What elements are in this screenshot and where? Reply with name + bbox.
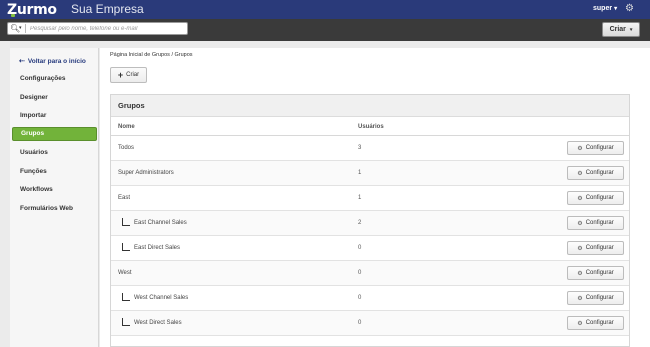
sidebar-item-usuarios[interactable]: Usuários	[12, 146, 97, 160]
table-row: West Direct Sales 0 ⚙ Configurar	[111, 311, 629, 336]
group-name[interactable]: East	[118, 186, 130, 211]
table-row: West 0 ⚙ Configurar	[111, 261, 629, 286]
breadcrumb[interactable]: Página Inicial de Grupos / Grupos	[110, 52, 193, 58]
global-search[interactable]: 🔍︎ ▾	[7, 22, 188, 35]
configure-button[interactable]: ⚙ Configurar	[567, 241, 624, 255]
sidebar: ⇠ Voltar para o início Configurações Des…	[10, 48, 99, 347]
table-row: East 1 ⚙ Configurar	[111, 186, 629, 211]
configure-label: Configurar	[585, 245, 614, 251]
column-header-users: Usuários	[358, 124, 384, 130]
user-count: 0	[358, 295, 362, 301]
table-row: West Channel Sales 0 ⚙ Configurar	[111, 286, 629, 311]
table-row: East Channel Sales 2 ⚙ Configurar	[111, 211, 629, 236]
configure-button[interactable]: ⚙ Configurar	[567, 266, 624, 280]
chevron-down-icon: ▾	[629, 26, 633, 33]
sidebar-item-formularios-web[interactable]: Formulários Web	[12, 202, 97, 216]
add-group-button[interactable]: + Criar	[110, 67, 147, 83]
main-content: Página Inicial de Grupos / Grupos + Cria…	[100, 48, 650, 347]
user-menu[interactable]: super ▾	[593, 5, 617, 12]
zurmo-logo[interactable]: Zurmo	[7, 1, 57, 18]
groups-panel: Grupos Nome Usuários Todos 3 ⚙ Configurar…	[110, 94, 630, 347]
group-name[interactable]: West Direct Sales	[134, 311, 182, 336]
configure-label: Configurar	[585, 195, 614, 201]
group-name[interactable]: West	[118, 261, 132, 286]
sidebar-item-configuracoes[interactable]: Configurações	[12, 72, 97, 86]
top-header: Zurmo Sua Empresa super ▾ ⚙	[0, 0, 650, 19]
configure-label: Configurar	[585, 270, 614, 276]
configure-label: Configurar	[585, 145, 614, 151]
company-name: Sua Empresa	[71, 2, 144, 16]
back-arrow-icon: ⇠	[19, 58, 25, 65]
gear-icon[interactable]: ⚙	[625, 3, 634, 15]
user-count: 0	[358, 270, 362, 276]
gear-icon: ⚙	[577, 295, 583, 302]
gear-icon: ⚙	[577, 195, 583, 202]
configure-button[interactable]: ⚙ Configurar	[567, 166, 624, 180]
gear-icon: ⚙	[577, 145, 583, 152]
user-name: super	[593, 5, 613, 12]
search-bar: 🔍︎ ▾ Criar ▾	[0, 19, 650, 41]
sidebar-item-designer[interactable]: Designer	[12, 91, 97, 105]
gear-icon: ⚙	[577, 245, 583, 252]
group-name[interactable]: Super Administrators	[118, 161, 174, 186]
sidebar-item-importar[interactable]: Importar	[12, 109, 97, 123]
create-button[interactable]: Criar ▾	[602, 22, 640, 37]
configure-button[interactable]: ⚙ Configurar	[567, 216, 624, 230]
back-to-home-link[interactable]: ⇠ Voltar para o início	[19, 57, 86, 66]
gear-icon: ⚙	[577, 170, 583, 177]
back-label: Voltar para o início	[27, 57, 86, 65]
configure-button[interactable]: ⚙ Configurar	[567, 141, 624, 155]
configure-label: Configurar	[585, 220, 614, 226]
group-name[interactable]: East Channel Sales	[134, 211, 187, 236]
sidebar-item-grupos[interactable]: Grupos	[12, 127, 97, 141]
gear-icon: ⚙	[577, 220, 583, 227]
column-header-name: Nome	[118, 124, 135, 130]
group-name[interactable]: East Direct Sales	[134, 236, 180, 261]
tree-connector-icon	[122, 243, 130, 251]
tree-connector-icon	[122, 293, 130, 301]
user-count: 0	[358, 320, 362, 326]
configure-button[interactable]: ⚙ Configurar	[567, 316, 624, 330]
user-count: 1	[358, 195, 362, 201]
tree-connector-icon	[122, 318, 130, 326]
create-label: Criar	[609, 26, 626, 33]
search-input[interactable]	[30, 23, 185, 34]
user-count: 0	[358, 245, 362, 251]
logo-accent	[11, 14, 15, 17]
group-name[interactable]: West Channel Sales	[134, 286, 188, 311]
configure-button[interactable]: ⚙ Configurar	[567, 291, 624, 305]
tree-connector-icon	[122, 218, 130, 226]
plus-icon: +	[117, 69, 124, 80]
gear-icon: ⚙	[577, 270, 583, 277]
user-count: 3	[358, 145, 362, 151]
user-count: 1	[358, 170, 362, 176]
table-row: East Direct Sales 0 ⚙ Configurar	[111, 236, 629, 261]
configure-label: Configurar	[585, 170, 614, 176]
chevron-down-icon[interactable]: ▾	[19, 23, 22, 34]
panel-title: Grupos	[111, 95, 629, 117]
chevron-down-icon: ▾	[614, 6, 618, 12]
add-label: Criar	[126, 72, 140, 78]
gear-icon: ⚙	[577, 320, 583, 327]
search-divider	[25, 24, 26, 33]
table-row: Todos 3 ⚙ Configurar	[111, 136, 629, 161]
group-name[interactable]: Todos	[118, 136, 134, 161]
sidebar-item-funcoes[interactable]: Funções	[12, 165, 97, 179]
configure-button[interactable]: ⚙ Configurar	[567, 191, 624, 205]
user-count: 2	[358, 220, 362, 226]
table-row: Super Administrators 1 ⚙ Configurar	[111, 161, 629, 186]
sidebar-item-workflows[interactable]: Workflows	[12, 183, 97, 197]
configure-label: Configurar	[585, 320, 614, 326]
configure-label: Configurar	[585, 295, 614, 301]
